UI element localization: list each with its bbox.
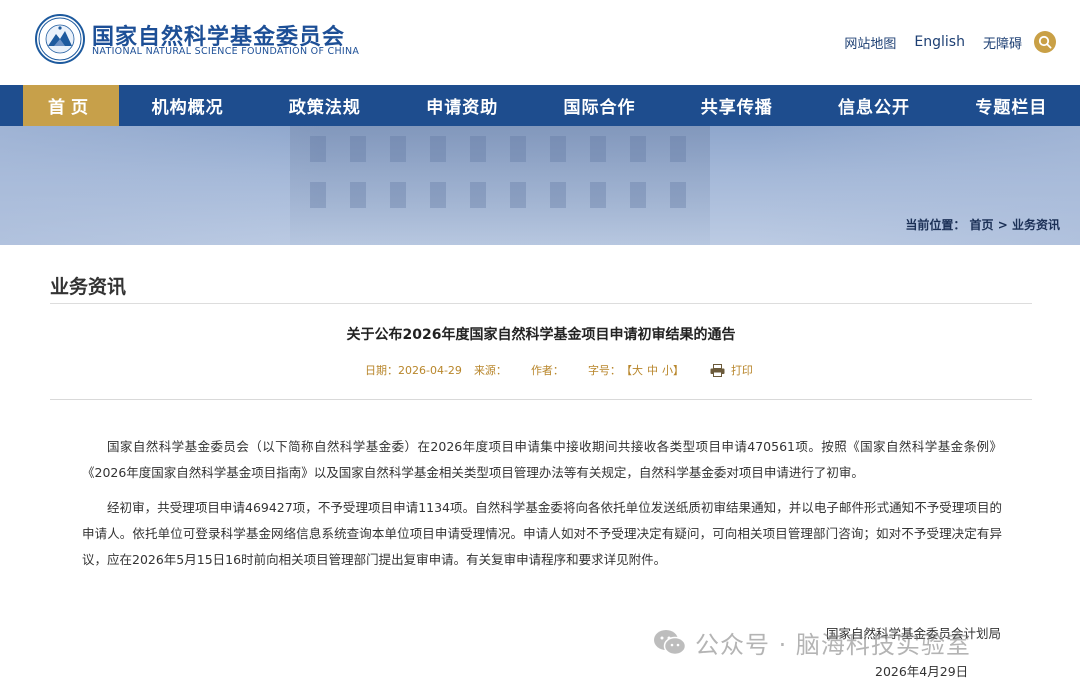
article-paragraph: 国家自然科学基金委员会（以下简称自然科学基金委）在2026年度项目申请集中接收期…	[82, 439, 1002, 480]
emblem-icon	[38, 17, 82, 61]
top-links: 网站地图 English 无障碍	[826, 31, 1056, 53]
meta-divider	[50, 399, 1032, 400]
breadcrumb-prefix: 当前位置：	[905, 218, 966, 232]
article-paragraph: 经初审，共受理项目申请469427项，不予受理项目申请1134项。自然科学基金委…	[82, 500, 1002, 567]
bracket-open: 【	[620, 364, 632, 377]
date-label: 日期：	[365, 364, 398, 377]
nav-item-share[interactable]: 共享传播	[668, 85, 805, 126]
nav-item-home[interactable]: 首页	[23, 85, 119, 126]
search-button[interactable]	[1034, 31, 1056, 53]
english-link[interactable]: English	[914, 34, 965, 50]
print-button[interactable]: 打印	[710, 362, 753, 378]
section-divider	[50, 303, 1032, 304]
site-header: 国家自然科学基金委员会 NATIONAL NATURAL SCIENCE FOU…	[0, 0, 1080, 85]
breadcrumb-separator: >	[997, 218, 1008, 232]
breadcrumb-current[interactable]: 业务资讯	[1012, 218, 1060, 232]
nsfc-logo-emblem[interactable]	[35, 14, 85, 64]
author-label: 作者：	[530, 364, 564, 377]
content-card: 业务资讯 关于公布2026年度国家自然科学基金项目申请初审结果的通告 日期： 2…	[22, 245, 1060, 687]
nav-item-apply[interactable]: 申请资助	[394, 85, 531, 126]
wechat-icon	[654, 629, 687, 655]
font-size-medium[interactable]: 中	[647, 362, 658, 378]
printer-icon	[710, 363, 725, 377]
main-nav: 首页 机构概况 政策法规 申请资助 国际合作 共享传播 信息公开 专题栏目	[0, 85, 1080, 126]
watermark-text: 公众号 · 脑海科技实验室	[695, 631, 971, 659]
org-name-en: NATIONAL NATURAL SCIENCE FOUNDATION OF C…	[92, 46, 360, 57]
font-size-small[interactable]: 小	[662, 362, 673, 378]
article-meta: 日期： 2026-04-29 来源： 作者： 字号： 【 大 中 小 】 打印	[365, 362, 753, 378]
breadcrumb-home[interactable]: 首页	[970, 218, 994, 232]
source-label: 来源：	[473, 364, 507, 377]
section-title: 业务资讯	[50, 276, 127, 298]
font-size-label: 字号：	[587, 364, 621, 377]
search-icon	[1038, 35, 1052, 49]
signature-date: 2026年4月29日	[875, 664, 969, 679]
nav-item-about[interactable]: 机构概况	[119, 85, 256, 126]
sitemap-link[interactable]: 网站地图	[844, 33, 896, 52]
nav-item-disclosure[interactable]: 信息公开	[805, 85, 942, 126]
watermark: 公众号 · 脑海科技实验室	[653, 625, 971, 660]
font-size-large[interactable]: 大	[632, 362, 643, 378]
accessibility-link[interactable]: 无障碍	[983, 33, 1022, 52]
breadcrumb: 当前位置： 首页 > 业务资讯	[905, 216, 1060, 233]
bracket-close: 】	[672, 364, 684, 377]
date-value: 2026-04-29	[398, 363, 462, 377]
nav-item-international[interactable]: 国际合作	[531, 85, 668, 126]
nav-item-policy[interactable]: 政策法规	[256, 85, 393, 126]
nav-item-topics[interactable]: 专题栏目	[943, 85, 1080, 126]
article-title: 关于公布2026年度国家自然科学基金项目申请初审结果的通告	[346, 327, 736, 343]
print-label: 打印	[730, 364, 753, 377]
